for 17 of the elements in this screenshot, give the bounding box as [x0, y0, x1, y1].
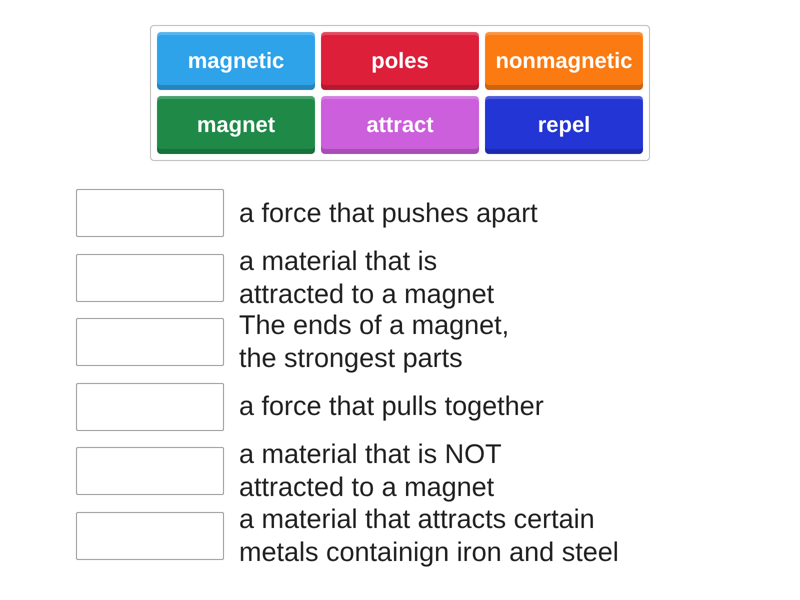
drop-slot[interactable]: [76, 189, 224, 237]
word-tile[interactable]: repel: [485, 96, 643, 154]
definition-text: The ends of a magnet, the strongest parts: [239, 309, 510, 375]
drop-slot[interactable]: [76, 318, 224, 366]
word-tile[interactable]: nonmagnetic: [485, 32, 643, 90]
definition-text: a force that pulls together: [239, 390, 544, 423]
definition-text: a force that pushes apart: [239, 196, 538, 230]
definition-text: a material that is attracted to a magnet: [239, 244, 494, 310]
word-tile[interactable]: magnetic: [157, 32, 315, 90]
drop-slot[interactable]: [76, 447, 224, 495]
word-tile[interactable]: poles: [321, 32, 479, 90]
definition-text: a material that attracts certain metals containign iron and steel: [239, 502, 619, 568]
word-tile[interactable]: magnet: [157, 96, 315, 154]
drop-slot[interactable]: [76, 254, 224, 302]
drop-slot[interactable]: [76, 382, 224, 430]
drop-slot[interactable]: [76, 512, 224, 560]
word-tile[interactable]: attract: [321, 96, 479, 154]
